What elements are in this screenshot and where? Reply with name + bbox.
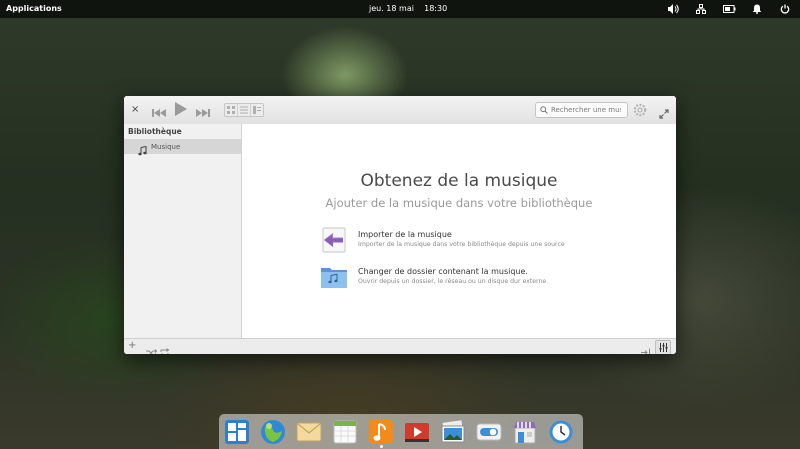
sidebar-item-music[interactable]: Musique — [124, 139, 241, 156]
columns-icon — [253, 106, 261, 114]
sidebar-heading: Bibliothèque — [128, 127, 182, 136]
change-folder-description: Ouvrir depuis un dossier, le réseau ou u… — [358, 278, 547, 285]
welcome-subtitle: Ajouter de la musique dans votre bibliot… — [325, 196, 593, 210]
date-time[interactable]: jeu. 18 mai 18:30 — [369, 4, 447, 13]
library-sidebar: Bibliothèque Musique — [124, 124, 242, 338]
gear-icon — [633, 103, 647, 117]
calendar-icon — [333, 420, 357, 444]
dock-mail[interactable] — [296, 419, 322, 445]
equalizer-button[interactable] — [655, 340, 671, 354]
previous-track-button[interactable] — [152, 103, 166, 122]
running-indicator — [380, 445, 383, 448]
next-track-button[interactable] — [196, 103, 210, 122]
applications-menu[interactable]: Applications — [6, 4, 62, 13]
maximize-icon — [659, 109, 669, 119]
list-icon — [240, 106, 248, 114]
dock-appcenter[interactable] — [512, 419, 538, 445]
add-playlist-button[interactable]: + — [128, 340, 136, 351]
music-folder-icon — [320, 264, 348, 294]
toggle-info-panel-button[interactable] — [641, 342, 651, 354]
repeat-icon — [160, 348, 170, 354]
photos-icon — [441, 419, 465, 443]
volume-icon[interactable] — [666, 2, 680, 16]
repeat-button[interactable] — [159, 342, 170, 354]
maximize-window-button[interactable] — [659, 104, 669, 123]
view-mode-switcher — [224, 103, 264, 117]
welcome-screen: Obtenez de la musique Ajouter de la musi… — [242, 124, 676, 338]
import-music-action[interactable]: Importer de la musique Importer de la mu… — [320, 227, 620, 255]
dock-system-settings[interactable] — [476, 419, 502, 445]
battery-icon[interactable] — [722, 2, 736, 16]
video-icon — [405, 423, 429, 442]
import-icon — [320, 227, 348, 257]
dock-clock[interactable] — [548, 419, 574, 445]
dock-videos[interactable] — [404, 419, 430, 445]
music-note-icon — [138, 141, 147, 160]
import-music-title: Importer de la musique — [358, 230, 452, 239]
dock — [219, 414, 583, 449]
top-panel: Applications jeu. 18 mai 18:30 — [0, 0, 800, 18]
welcome-title: Obtenez de la musique — [360, 171, 558, 191]
headerbar: × — [124, 96, 676, 125]
music-app-icon — [369, 420, 393, 444]
change-music-folder-action[interactable]: Changer de dossier contenant la musique.… — [320, 264, 620, 292]
list-view-button[interactable] — [238, 104, 251, 116]
grid-view-button[interactable] — [225, 104, 238, 116]
import-music-description: Importer de la musique dans votre biblio… — [358, 241, 565, 248]
globe-icon — [261, 420, 285, 444]
play-icon — [175, 102, 187, 116]
toggle-icon — [476, 423, 502, 441]
mail-icon — [296, 422, 322, 442]
grid-icon — [227, 106, 235, 114]
action-bar: + — [124, 338, 676, 354]
time-label: 18:30 — [424, 4, 448, 13]
power-icon[interactable] — [778, 2, 792, 16]
multitasking-icon — [225, 420, 249, 444]
search-field[interactable] — [535, 102, 628, 118]
dock-multitasking-view[interactable] — [224, 419, 250, 445]
shuffle-button[interactable] — [146, 342, 158, 354]
skip-back-icon — [152, 109, 166, 117]
search-input[interactable] — [551, 106, 621, 114]
dock-photos[interactable] — [440, 419, 466, 445]
indicator-area — [666, 2, 792, 16]
skip-forward-icon — [196, 109, 210, 117]
search-icon — [540, 106, 548, 114]
clock-icon — [549, 420, 573, 444]
panel-icon — [641, 348, 650, 354]
shuffle-icon — [146, 349, 158, 354]
dock-web-browser[interactable] — [260, 419, 286, 445]
change-folder-title: Changer de dossier contenant la musique. — [358, 267, 528, 276]
notifications-icon[interactable] — [750, 2, 764, 16]
date-label: jeu. 18 mai — [369, 4, 414, 13]
sidebar-item-label: Musique — [151, 142, 181, 151]
dock-calendar[interactable] — [332, 419, 358, 445]
dock-music[interactable] — [368, 419, 394, 445]
column-view-button[interactable] — [251, 104, 263, 116]
play-button[interactable] — [174, 101, 188, 121]
music-window: × Rechercher une musi... Bibliothèque Mu… — [124, 96, 676, 354]
equalizer-icon — [659, 343, 667, 352]
network-icon[interactable] — [694, 2, 708, 16]
close-window-button[interactable]: × — [131, 104, 139, 115]
store-icon — [514, 422, 536, 444]
settings-button[interactable] — [633, 102, 647, 121]
